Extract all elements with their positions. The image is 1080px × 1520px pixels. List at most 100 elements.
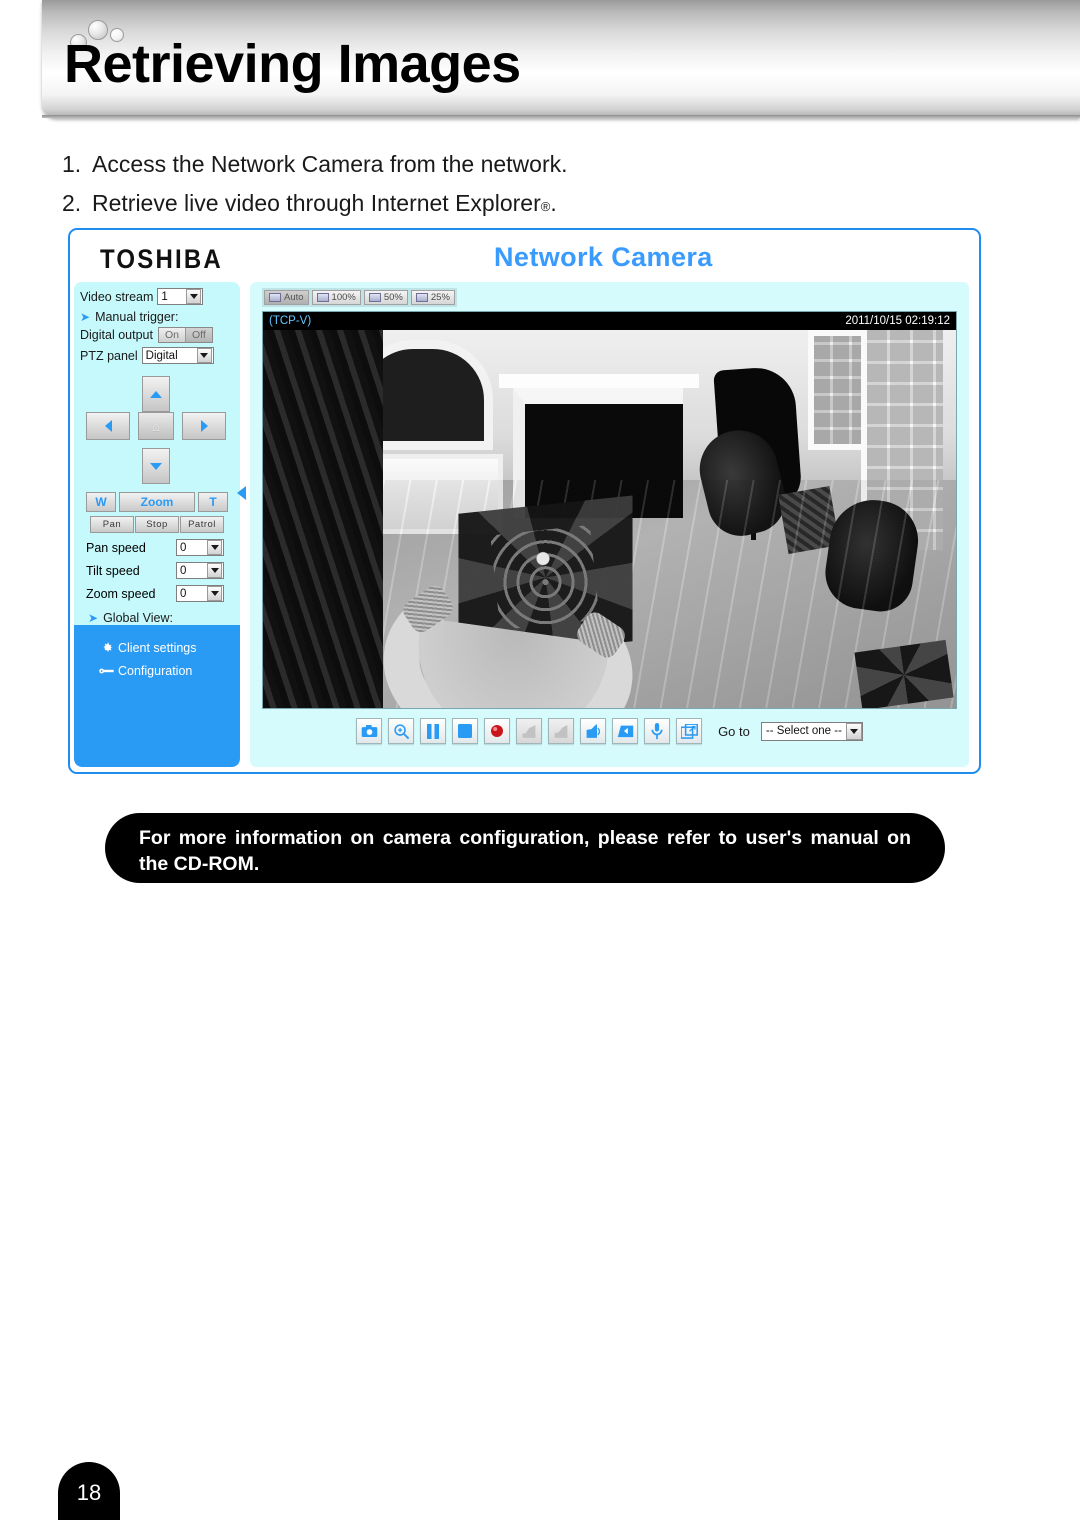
volume-mute-button bbox=[516, 718, 543, 744]
video-status-bar: (TCP-V) 2011/10/15 02:19:12 bbox=[263, 312, 956, 330]
goto-select[interactable]: -- Select one -- bbox=[760, 721, 863, 741]
zoom-speed-value: 0 bbox=[180, 587, 187, 600]
patrol-button[interactable]: Patrol bbox=[180, 516, 224, 533]
camera-sidebar: Video stream 1 ➤ Manual trigger: Digital… bbox=[74, 282, 240, 767]
chevron-down-icon bbox=[186, 289, 202, 304]
page-header-banner: Retrieving Images bbox=[42, 0, 1080, 118]
instruction-list: 1. Access the Network Camera from the ne… bbox=[62, 145, 962, 226]
manual-trigger-row[interactable]: ➤ Manual trigger: bbox=[80, 310, 234, 324]
storage-folder-button[interactable] bbox=[612, 718, 639, 744]
pan-button[interactable]: Pan bbox=[90, 516, 134, 533]
tilt-speed-value: 0 bbox=[180, 564, 187, 577]
corner-rug bbox=[854, 639, 954, 708]
instruction-suffix: . bbox=[550, 190, 557, 216]
pan-speed-value: 0 bbox=[180, 541, 187, 554]
zoom-preset-label: Auto bbox=[284, 292, 304, 303]
zoom-speed-row: Zoom speed 0 bbox=[86, 585, 234, 602]
zoom-label-button[interactable]: Zoom bbox=[119, 492, 195, 512]
video-panel: Auto 100% 50% 25% (TCP-V) 2011/10/15 02:… bbox=[237, 282, 969, 767]
digital-output-row: Digital output On Off bbox=[80, 327, 234, 343]
video-stream-label: Video stream bbox=[80, 289, 154, 304]
zoom-preset-50[interactable]: 50% bbox=[363, 290, 408, 305]
digital-output-off-button[interactable]: Off bbox=[185, 328, 212, 342]
video-stream-select[interactable]: 1 bbox=[157, 288, 204, 305]
zoom-preset-auto[interactable]: Auto bbox=[264, 290, 309, 305]
sidebar-item-client-settings[interactable]: Client settings bbox=[96, 641, 240, 655]
monitor-icon bbox=[415, 293, 428, 302]
digital-output-toggle[interactable]: On Off bbox=[157, 327, 213, 343]
ptz-direction-pad: ⌂ bbox=[86, 376, 228, 486]
digital-output-on-button[interactable]: On bbox=[158, 328, 186, 342]
record-button[interactable] bbox=[484, 718, 511, 744]
sidebar-controls: Video stream 1 ➤ Manual trigger: Digital… bbox=[74, 282, 240, 625]
chevron-down-icon bbox=[207, 563, 222, 578]
ptz-right-button[interactable] bbox=[182, 412, 226, 440]
instruction-number: 2. bbox=[62, 190, 82, 216]
sidebar-item-label: Configuration bbox=[118, 664, 193, 678]
monitor-icon bbox=[368, 293, 381, 302]
chevron-down-icon bbox=[207, 540, 222, 555]
monitor-icon bbox=[316, 293, 329, 302]
manual-page: Retrieving Images 1. Access the Network … bbox=[0, 0, 1080, 1520]
chevron-down-icon bbox=[207, 586, 222, 601]
manual-trigger-label: Manual trigger: bbox=[95, 310, 179, 324]
ptz-up-button[interactable] bbox=[142, 376, 170, 412]
pan-speed-label: Pan speed bbox=[86, 540, 146, 555]
page-title: Retrieving Images bbox=[64, 34, 521, 94]
ptz-panel-select[interactable]: Digital bbox=[141, 347, 214, 364]
arrow-down-icon bbox=[150, 462, 162, 470]
instruction-text: Access the Network Camera from the netwo… bbox=[92, 151, 568, 177]
ptz-panel-row: PTZ panel Digital bbox=[80, 347, 234, 364]
zoom-tele-button[interactable]: T bbox=[198, 492, 228, 512]
toshiba-logo: TOSHIBA bbox=[100, 244, 223, 275]
global-view-label: Global View: bbox=[103, 611, 174, 625]
ptz-down-button[interactable] bbox=[142, 448, 170, 484]
sidebar-links: Client settings Configuration bbox=[74, 625, 240, 767]
stop-button[interactable] bbox=[452, 718, 479, 744]
arrow-left-icon bbox=[104, 420, 112, 432]
speaker-button bbox=[548, 718, 575, 744]
video-protocol-label: (TCP-V) bbox=[269, 315, 312, 327]
camera-ui-header: TOSHIBA Network Camera bbox=[70, 230, 979, 282]
ptz-home-button[interactable]: ⌂ bbox=[138, 412, 174, 440]
goto-value: -- Select one -- bbox=[765, 725, 842, 737]
video-frame: (TCP-V) 2011/10/15 02:19:12 bbox=[262, 311, 957, 709]
pause-button[interactable] bbox=[420, 718, 447, 744]
staircase-railing bbox=[263, 330, 383, 708]
fireplace-mantel bbox=[499, 374, 699, 388]
zoom-speed-select[interactable]: 0 bbox=[176, 585, 224, 602]
video-timestamp: 2011/10/15 02:19:12 bbox=[845, 315, 950, 327]
zoom-preset-25[interactable]: 25% bbox=[410, 290, 455, 305]
zoom-preset-100[interactable]: 100% bbox=[311, 290, 361, 305]
sidebar-collapse-handle[interactable] bbox=[237, 486, 246, 500]
list-item: 1. Access the Network Camera from the ne… bbox=[62, 145, 962, 184]
instruction-number: 1. bbox=[62, 151, 82, 177]
global-view-row[interactable]: ➤ Global View: bbox=[88, 611, 234, 625]
chevron-right-icon: ➤ bbox=[88, 611, 99, 625]
wrench-icon bbox=[96, 665, 118, 677]
chevron-down-icon bbox=[845, 722, 862, 740]
camera-ui-body: Video stream 1 ➤ Manual trigger: Digital… bbox=[70, 282, 979, 772]
fullscreen-button[interactable] bbox=[676, 718, 703, 744]
sidebar-item-configuration[interactable]: Configuration bbox=[96, 664, 240, 678]
tilt-speed-label: Tilt speed bbox=[86, 563, 140, 578]
digital-zoom-button[interactable] bbox=[388, 718, 415, 744]
zoom-wide-button[interactable]: W bbox=[86, 492, 116, 512]
list-item: 2. Retrieve live video through Internet … bbox=[62, 184, 962, 226]
video-stream-row: Video stream 1 bbox=[80, 288, 234, 305]
sidebar-item-label: Client settings bbox=[118, 641, 197, 655]
stop-button[interactable]: Stop bbox=[135, 516, 179, 533]
zoom-preset-label: 50% bbox=[383, 292, 403, 303]
snapshot-button[interactable] bbox=[356, 718, 383, 744]
speaker-volume-button[interactable] bbox=[580, 718, 607, 744]
arrow-up-icon bbox=[150, 390, 162, 398]
ptz-panel-label: PTZ panel bbox=[80, 348, 138, 363]
tilt-speed-select[interactable]: 0 bbox=[176, 562, 224, 579]
live-video-image[interactable] bbox=[263, 330, 956, 708]
microphone-button[interactable] bbox=[644, 718, 671, 744]
chevron-right-icon: ➤ bbox=[80, 310, 91, 324]
chevron-down-icon bbox=[196, 348, 212, 363]
network-camera-ui: TOSHIBA Network Camera Video stream 1 ➤ bbox=[68, 228, 981, 774]
pan-speed-select[interactable]: 0 bbox=[176, 539, 224, 556]
ptz-left-button[interactable] bbox=[86, 412, 130, 440]
